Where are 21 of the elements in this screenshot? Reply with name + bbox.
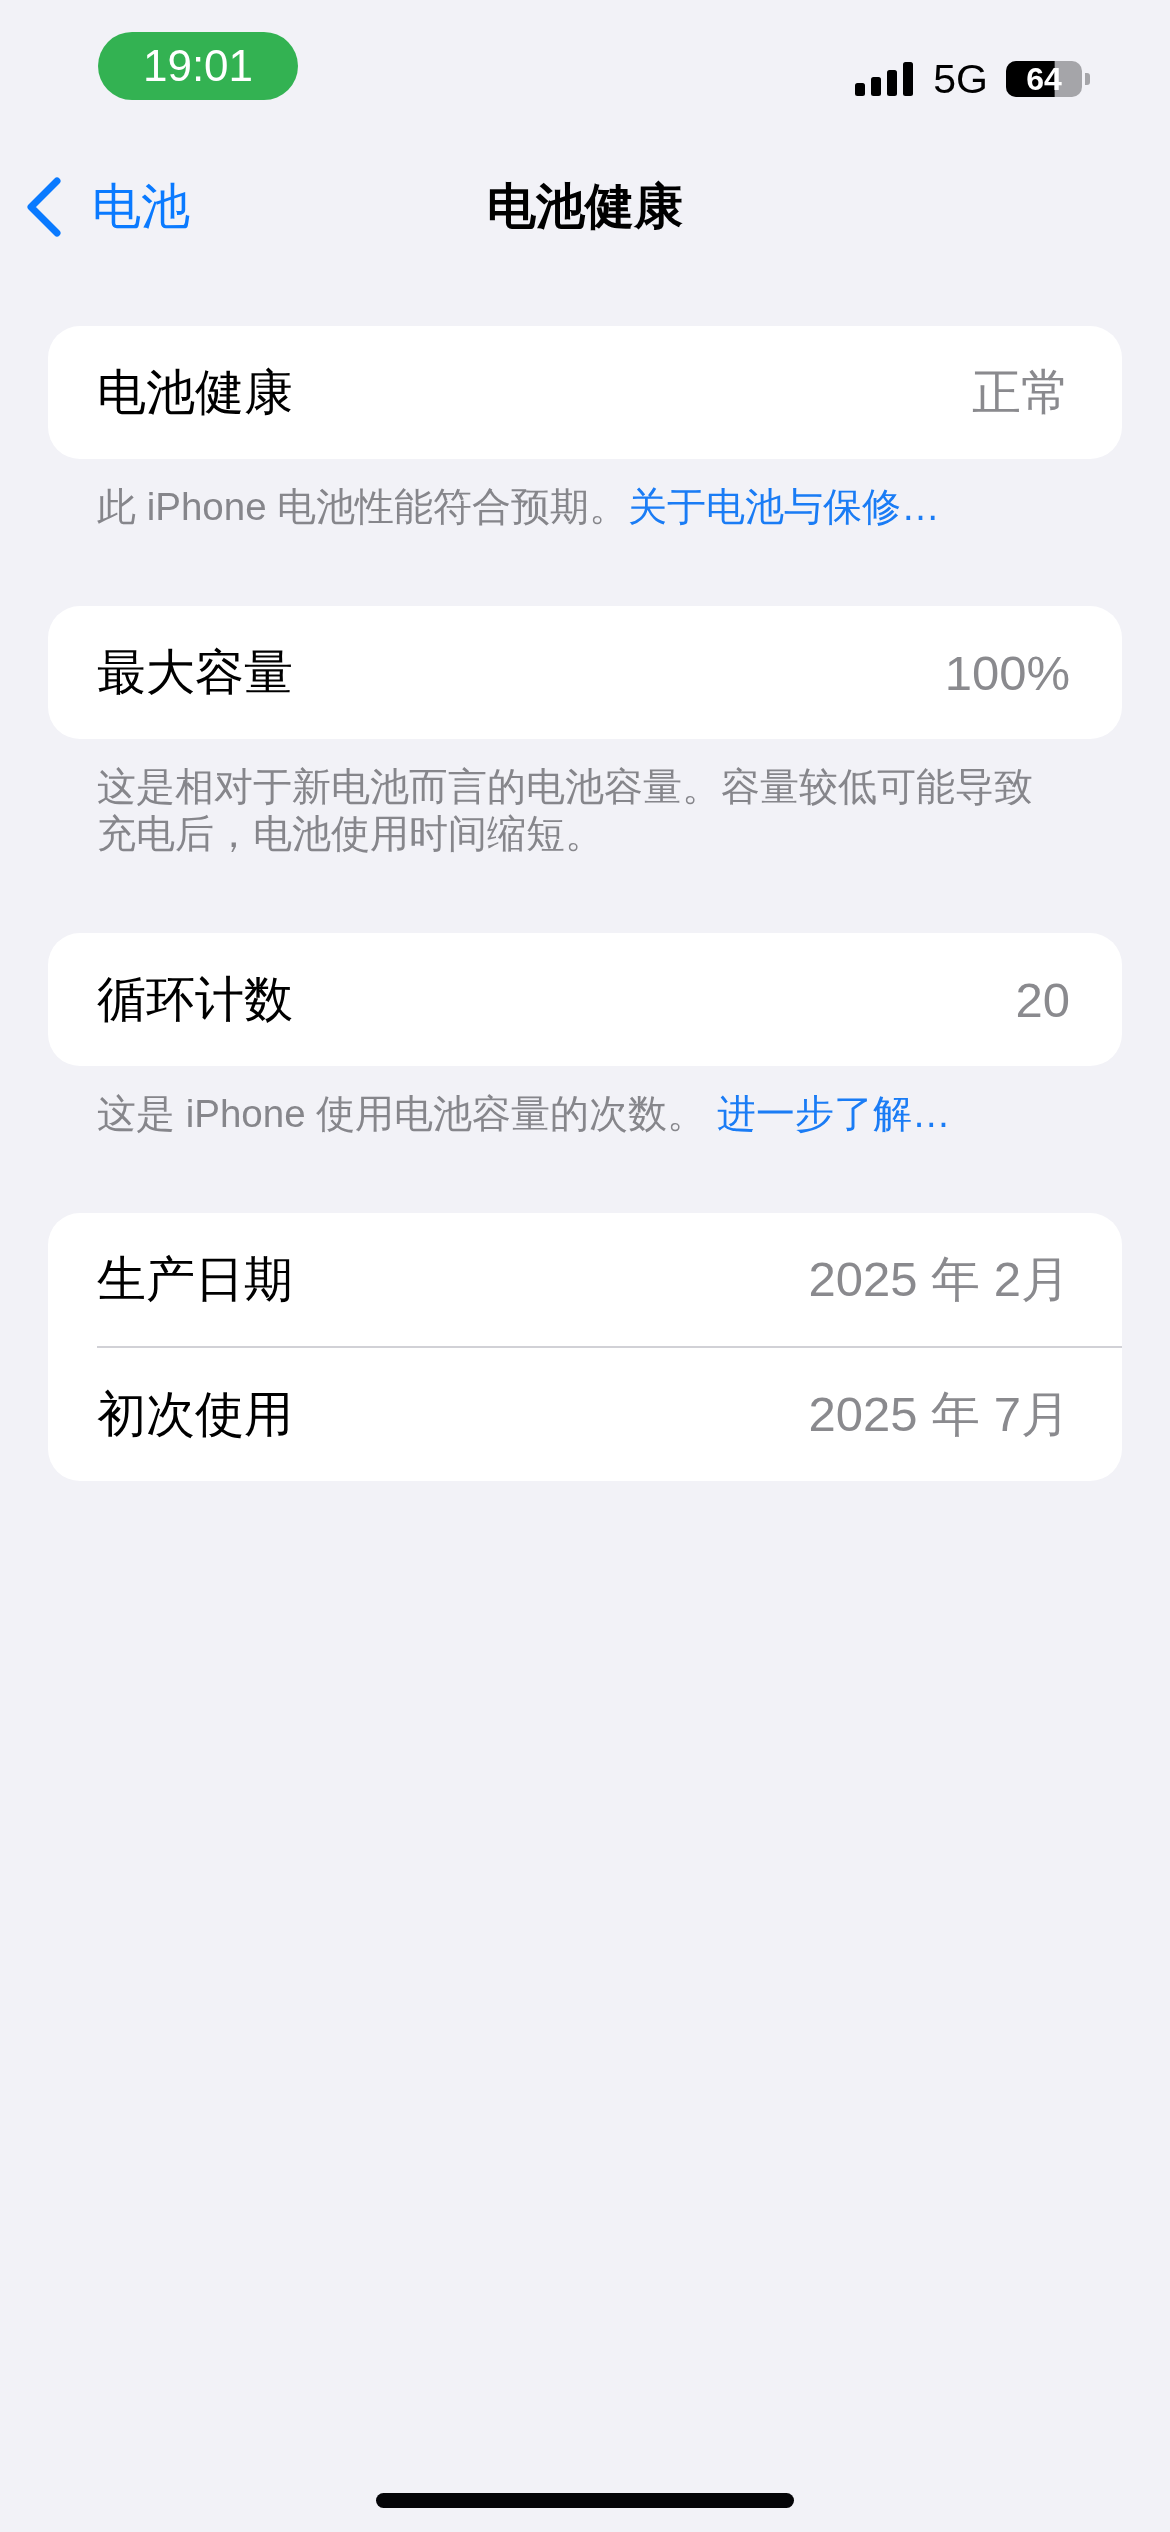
status-time: 19:01 [98, 32, 298, 100]
row-value: 2025 年 7月 [808, 1385, 1070, 1443]
network-label: 5G [933, 60, 988, 98]
row-value: 正常 [972, 363, 1070, 421]
footer-note: 这是相对于新电池而言的电池容量。容量较低可能导致充电后，电池使用时间缩短。 [96, 764, 1034, 857]
row-value: 2025 年 2月 [808, 1250, 1070, 1308]
row-value: 20 [1015, 971, 1070, 1028]
footer-note: 这是 iPhone 使用电池容量的次数。 进一步了解… [96, 1091, 952, 1137]
footer-note: 此 iPhone 电池性能符合预期。关于电池与保修… [96, 484, 941, 530]
signal-icon [855, 62, 916, 96]
row-label: 电池健康 [97, 363, 293, 421]
page-title: 电池健康 [487, 178, 683, 235]
chevron-left-icon [26, 177, 62, 237]
row-label: 生产日期 [97, 1250, 293, 1308]
back-button[interactable]: 电池 [0, 174, 190, 240]
row-label: 初次使用 [97, 1385, 293, 1443]
row-label: 循环计数 [97, 970, 293, 1028]
footer-link[interactable]: 进一步了解… [717, 1092, 951, 1135]
row-label: 最大容量 [97, 643, 293, 701]
footer-link[interactable]: 关于电池与保修… [628, 485, 940, 528]
row-value: 100% [944, 644, 1070, 701]
